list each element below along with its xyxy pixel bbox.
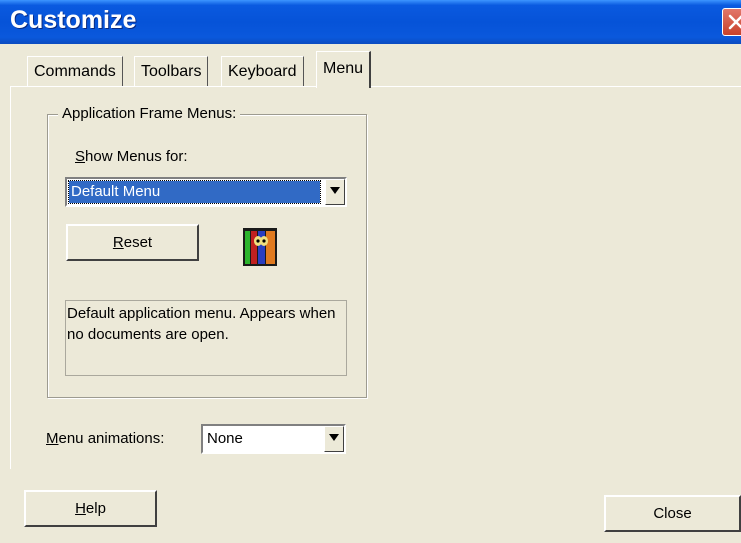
group-label: Application Frame Menus:: [58, 105, 241, 122]
close-button[interactable]: Close: [604, 495, 741, 532]
tab-commands[interactable]: Commands: [27, 56, 123, 86]
tab-keyboard[interactable]: Keyboard: [221, 56, 304, 86]
show-menus-value: Default Menu: [68, 180, 321, 204]
menu-animations-select[interactable]: None: [201, 424, 346, 454]
menu-description: Default application menu. Appears when n…: [65, 300, 347, 376]
menu-icon: [243, 228, 277, 270]
menu-animations-value: None: [207, 430, 243, 447]
chevron-down-icon[interactable]: [325, 179, 345, 205]
show-menus-label: Show Menus for:: [75, 148, 188, 165]
window-title: Customize: [10, 6, 137, 34]
menu-animations-label: Menu animations:: [46, 430, 165, 447]
window-close-button[interactable]: [722, 8, 741, 36]
tab-menu[interactable]: Menu: [316, 51, 372, 88]
chevron-down-icon[interactable]: [324, 426, 344, 452]
tab-toolbars[interactable]: Toolbars: [134, 56, 209, 86]
help-button[interactable]: Help: [24, 490, 157, 527]
close-icon: [728, 14, 741, 30]
reset-button[interactable]: Reset: [66, 224, 199, 261]
show-menus-select[interactable]: Default Menu: [65, 177, 347, 207]
